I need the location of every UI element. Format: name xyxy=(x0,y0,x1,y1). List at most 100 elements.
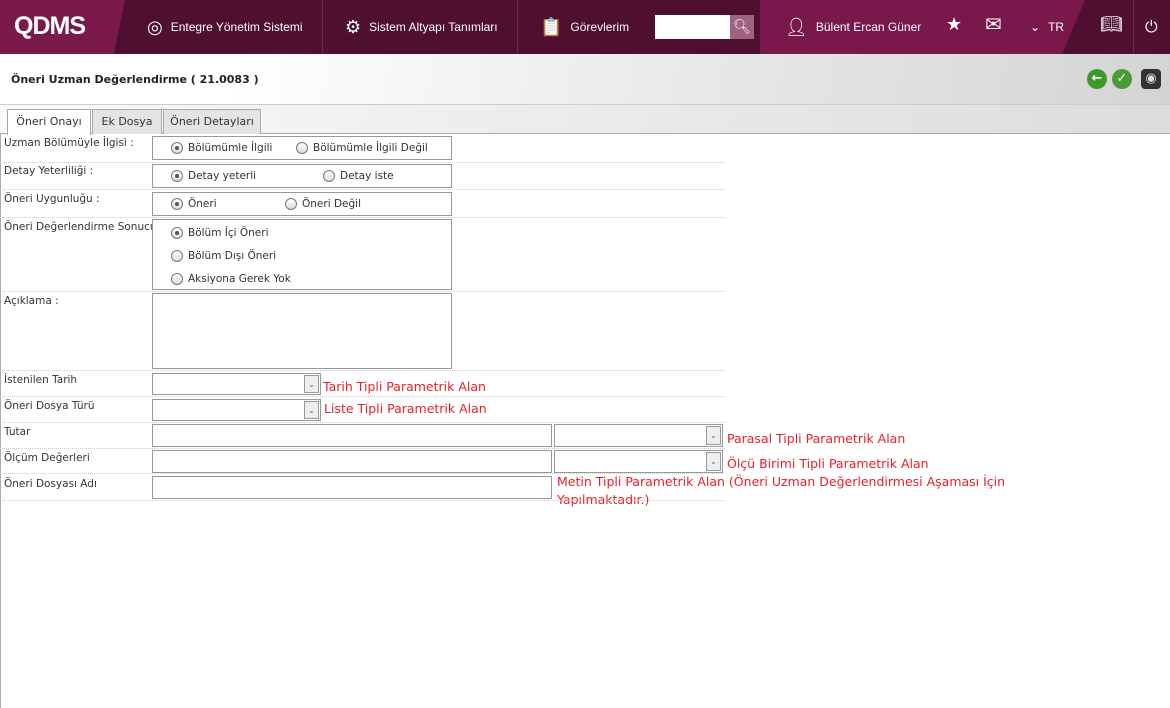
star-icon[interactable]: ★ xyxy=(946,14,962,35)
radio-label: Detay yeterli xyxy=(188,170,257,182)
back-arrow-icon[interactable]: ← xyxy=(1087,69,1107,89)
divider xyxy=(0,217,725,218)
field-note: Tarih Tipli Parametrik Alan xyxy=(323,379,486,394)
radio-bolumumle-ilgili[interactable]: Bölümümle İlgili xyxy=(171,142,272,154)
divider xyxy=(322,0,323,54)
help-book-icon[interactable]: 📖︎ xyxy=(1100,14,1123,35)
dosya-turu-select[interactable]: ⌄ xyxy=(152,399,321,421)
tarih-picker[interactable]: ⌄ xyxy=(152,373,321,395)
radio-label: Öneri xyxy=(188,198,217,210)
gear-icon: ⚙ xyxy=(345,16,362,37)
mail-icon[interactable]: ✉ xyxy=(985,12,1002,36)
divider xyxy=(0,396,725,397)
radio-label: Detay iste xyxy=(340,170,394,182)
camera-icon[interactable]: ◉ xyxy=(1141,69,1161,89)
field-note: Liste Tipli Parametrik Alan xyxy=(324,401,487,416)
radio-detay-iste[interactable]: Detay iste xyxy=(323,170,394,182)
field-note: Ölçü Birimi Tipli Parametrik Alan xyxy=(727,456,929,471)
divider xyxy=(517,0,518,54)
menu-label: Sistem Altyapı Tanımları xyxy=(369,20,498,34)
field-label: Öneri Değerlendirme Sonucu : xyxy=(4,221,164,233)
search-input[interactable] xyxy=(655,15,730,39)
chevron-down-icon: ⌄ xyxy=(1030,20,1041,34)
radio-detay-yeterli[interactable]: Detay yeterli xyxy=(171,170,256,182)
user-name: Bülent Ercan Güner xyxy=(815,20,922,34)
field-label: Tutar xyxy=(4,426,31,438)
chevron-down-icon: ⌄ xyxy=(706,426,721,445)
radio-label: Bölümümle İlgili xyxy=(188,142,273,154)
menu-gorevlerim[interactable]: 📋 Görevlerim xyxy=(540,0,629,54)
radio-label: Bölümümle İlgili Değil xyxy=(313,142,428,154)
chevron-down-icon: ⌄ xyxy=(304,375,319,393)
chevron-down-icon: ⌄ xyxy=(304,401,319,419)
field-label: Uzman Bölümüyle İlgisi : xyxy=(4,137,134,149)
radio-oneri[interactable]: Öneri xyxy=(171,198,217,210)
divider xyxy=(0,500,725,501)
language-label: TR xyxy=(1048,20,1065,34)
radio-icon xyxy=(285,198,297,210)
divider xyxy=(0,370,725,371)
divider xyxy=(0,422,725,423)
detay-radio-group: Detay yeterli Detay iste xyxy=(152,164,452,188)
radio-icon xyxy=(323,170,335,182)
power-icon[interactable]: ⏻ xyxy=(1145,17,1158,37)
field-note: Parasal Tipli Parametrik Alan xyxy=(727,431,906,446)
field-label: Açıklama : xyxy=(4,295,59,307)
logo-text: QDMS xyxy=(14,12,86,40)
radio-label: Bölüm İçi Öneri xyxy=(188,227,269,239)
user-menu[interactable]: 👤︎ Bülent Ercan Güner xyxy=(785,0,921,54)
checkmark-icon[interactable]: ✓ xyxy=(1112,69,1132,89)
tab-oneri-detaylari[interactable]: Öneri Detayları xyxy=(163,109,261,134)
divider xyxy=(0,162,725,163)
divider xyxy=(1133,0,1134,54)
chevron-down-icon: ⌄ xyxy=(706,452,721,471)
radio-bolum-ici-oneri[interactable]: Bölüm İçi Öneri xyxy=(171,227,269,239)
field-label: Ölçüm Değerleri xyxy=(4,452,90,464)
menu-label: Görevlerim xyxy=(570,20,630,34)
content-border xyxy=(0,133,1,708)
radio-icon xyxy=(171,170,183,182)
divider xyxy=(0,291,725,292)
currency-select[interactable]: ⌄ xyxy=(554,424,723,447)
radio-icon xyxy=(171,250,183,262)
tab-oneri-onayi[interactable]: Öneri Onayı xyxy=(7,109,91,135)
radio-icon xyxy=(171,273,183,285)
radio-icon xyxy=(171,227,183,239)
radio-icon xyxy=(171,142,183,154)
radio-oneri-degil[interactable]: Öneri Değil xyxy=(285,198,361,210)
tab-ek-dosya[interactable]: Ek Dosya xyxy=(92,109,162,134)
menu-sistem-altyapi[interactable]: ⚙ Sistem Altyapı Tanımları xyxy=(345,0,498,54)
uygunluk-radio-group: Öneri Öneri Değil xyxy=(152,192,452,216)
dosya-adi-input[interactable] xyxy=(152,476,552,499)
olcum-input[interactable] xyxy=(152,450,552,473)
field-label: Öneri Dosyası Adı xyxy=(4,478,97,490)
search-button[interactable]: 🔍︎ xyxy=(730,15,754,39)
page-title: Öneri Uzman Değerlendirme ( 21.0083 ) xyxy=(11,73,259,86)
menu-label: Entegre Yönetim Sistemi xyxy=(170,20,303,34)
radio-aksiyona-gerek-yok[interactable]: Aksiyona Gerek Yok xyxy=(171,273,291,285)
q-icon: ◎ xyxy=(147,16,163,37)
field-note: Metin Tipli Parametrik Alan (Öneri Uzman… xyxy=(557,474,1006,507)
unit-select[interactable]: ⌄ xyxy=(554,450,723,473)
menu-entegre-yonetim[interactable]: ◎ Entegre Yönetim Sistemi xyxy=(147,0,303,54)
language-selector[interactable]: ⌄ TR xyxy=(1030,0,1064,54)
field-label: Öneri Dosya Türü xyxy=(4,400,95,412)
divider xyxy=(0,189,725,190)
aciklama-textarea[interactable] xyxy=(152,293,452,369)
radio-icon xyxy=(296,142,308,154)
radio-bolum-disi-oneri[interactable]: Bölüm Dışı Öneri xyxy=(171,250,276,262)
field-label: Detay Yeterliliği : xyxy=(4,165,94,177)
field-label: Öneri Uygunluğu : xyxy=(4,193,100,205)
tutar-input[interactable] xyxy=(152,424,552,447)
radio-icon xyxy=(171,198,183,210)
divider xyxy=(0,448,725,449)
radio-bolumumle-ilgili-degil[interactable]: Bölümümle İlgili Değil xyxy=(296,142,428,154)
user-icon: 👤︎ xyxy=(785,16,808,37)
search-icon: 🔍︎ xyxy=(733,19,751,35)
radio-label: Aksiyona Gerek Yok xyxy=(188,273,291,285)
field-label: İstenilen Tarih xyxy=(4,374,78,386)
uzman-radio-group: Bölümümle İlgili Bölümümle İlgili Değil xyxy=(152,136,452,160)
sonuc-radio-group: Bölüm İçi Öneri Bölüm Dışı Öneri Aksiyon… xyxy=(152,219,452,290)
qdms-logo[interactable]: QDMS xyxy=(0,0,125,54)
clipboard-icon: 📋 xyxy=(540,16,563,37)
